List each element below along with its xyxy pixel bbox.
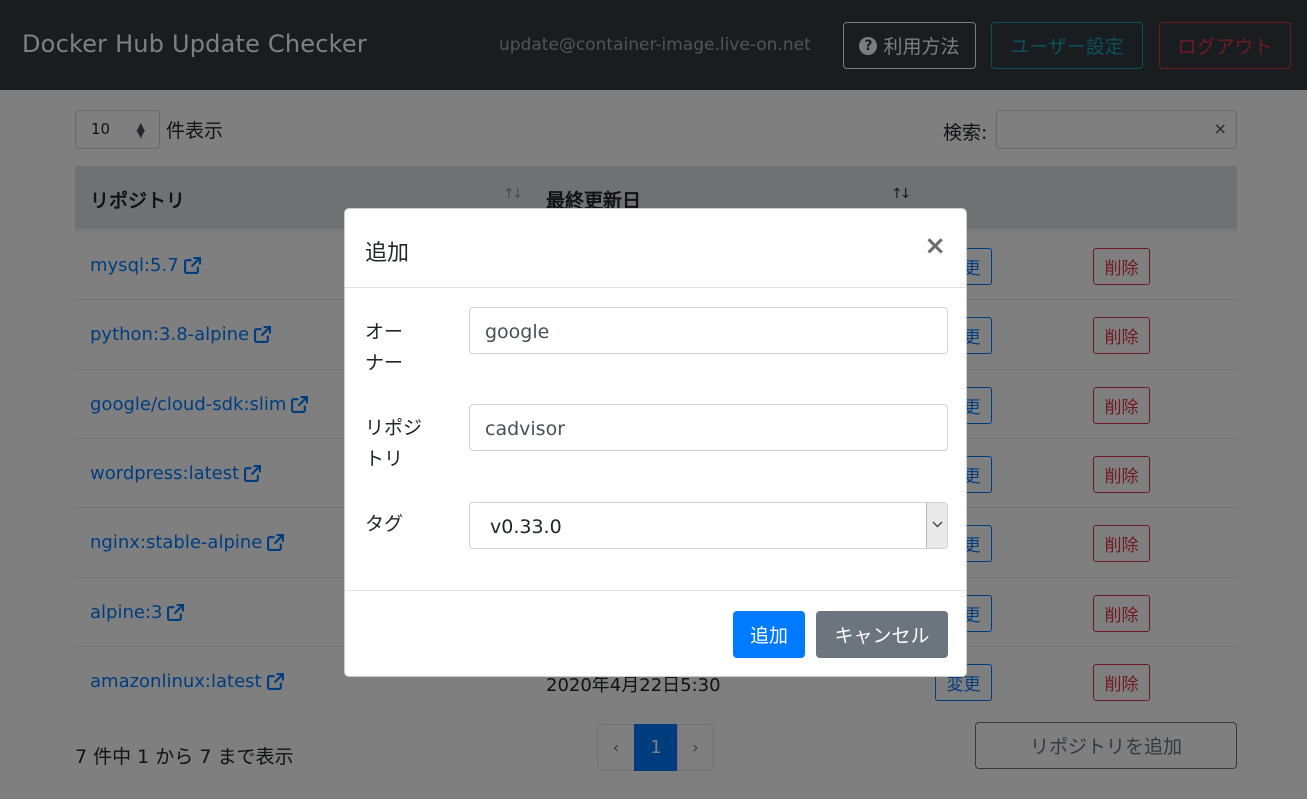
repository-input[interactable]: cadvisor	[469, 404, 948, 451]
tag-select-value: v0.33.0	[490, 516, 562, 538]
submit-add-button[interactable]: 追加	[733, 611, 805, 658]
chevron-down-icon	[926, 503, 947, 548]
repository-label-line1: リポジ	[365, 417, 423, 439]
owner-label: オー ナー	[365, 317, 403, 379]
owner-label-line2: ナー	[365, 352, 404, 374]
modal-title: 追加	[365, 241, 410, 266]
close-icon[interactable]: ×	[924, 231, 946, 261]
tag-select[interactable]: v0.33.0	[469, 502, 948, 549]
repository-label-line2: トリ	[365, 448, 404, 470]
tag-label: タグ	[365, 513, 404, 535]
cancel-button[interactable]: キャンセル	[816, 611, 948, 658]
modal-header: 追加 ×	[345, 209, 966, 288]
repository-label: リポジ トリ	[365, 413, 422, 475]
owner-label-line1: オー	[365, 321, 404, 343]
add-modal: 追加 × オー ナー google リポジ トリ cadvisor タグ v0.…	[344, 208, 967, 677]
modal-footer: 追加 キャンセル	[345, 590, 966, 677]
owner-input[interactable]: google	[469, 307, 948, 354]
